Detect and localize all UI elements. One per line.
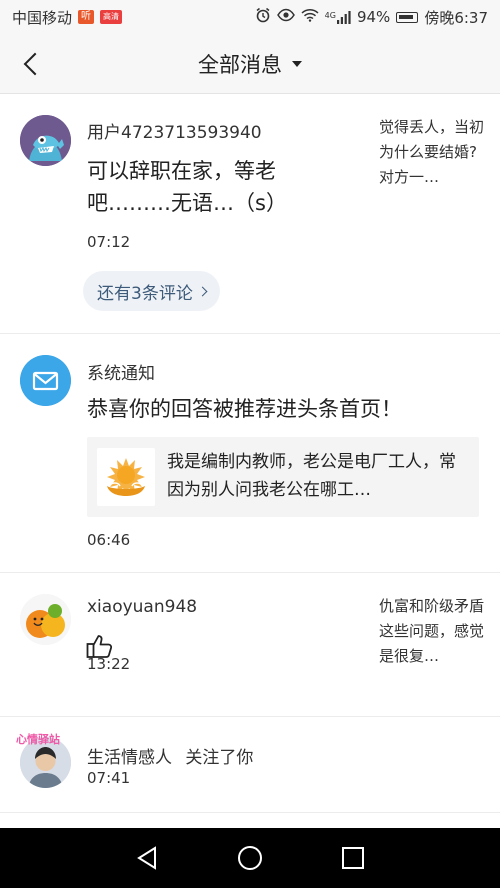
more-comments-button[interactable]: 还有3条评论	[83, 271, 220, 311]
username[interactable]: 生活情感人	[87, 748, 172, 768]
message-list: 用户4723713593940 可以辞职在家，等老吧………无语…（s） 07:1…	[0, 94, 500, 828]
avatar[interactable]	[20, 594, 71, 645]
alarm-icon	[255, 7, 271, 27]
back-triangle-icon	[136, 846, 156, 870]
app-header: 全部消息	[0, 34, 500, 94]
carrier-name: 中国移动	[12, 8, 73, 27]
timestamp: 06:46	[87, 531, 131, 549]
message-item-follow[interactable]: 心情驿站 生活情感人 关注了你 07:41	[0, 717, 500, 813]
battery-percent: 94%	[356, 8, 391, 26]
avatar	[20, 355, 71, 406]
message-item-comment[interactable]: 用户4723713593940 可以辞职在家，等老吧………无语…（s） 07:1…	[0, 94, 500, 334]
status-bar-right: 4G 94% 傍晚6:37	[255, 7, 488, 28]
fruit-avatar-icon	[20, 594, 71, 645]
signal-icon: 4G	[324, 10, 351, 24]
avatar-caption: 心情驿站	[16, 733, 60, 746]
chevron-left-icon	[23, 52, 47, 76]
monster-avatar-icon	[20, 115, 71, 166]
status-bar: 中国移动 听 高清 4G 94% 傍晚6:37	[0, 0, 500, 34]
app-screen: 中国移动 听 高清 4G 94% 傍晚6:37 全部消息 用户472371359…	[0, 0, 500, 888]
caret-down-icon	[292, 60, 302, 67]
hd-badge: 高清	[100, 10, 123, 24]
username[interactable]: xiaoyuan948	[87, 597, 197, 617]
system-nav-bar	[0, 828, 500, 888]
message-filter-dropdown[interactable]: 全部消息	[198, 49, 302, 79]
back-button[interactable]	[10, 42, 54, 86]
page-title: 全部消息	[198, 52, 282, 77]
notice-text: 恭喜你的回答被推荐进头条首页！	[87, 397, 402, 421]
username: 系统通知	[87, 364, 155, 384]
original-snippet[interactable]: 觉得丢人，当初为什么要结婚?对方一…	[379, 115, 491, 190]
message-item-like[interactable]: xiaoyuan948 13:22 仇富和阶级矛盾这些问题，感觉是很复…	[0, 573, 500, 717]
mail-icon	[20, 355, 71, 406]
timestamp: 07:12	[87, 233, 131, 251]
toutiao-logo-icon	[97, 448, 155, 506]
follow-notice: 生活情感人 关注了你	[87, 743, 253, 768]
avatar[interactable]	[20, 115, 71, 166]
home-circle-icon	[237, 846, 262, 870]
battery-icon	[396, 11, 419, 23]
original-snippet[interactable]: 仇富和阶级矛盾这些问题，感觉是很复…	[379, 594, 491, 669]
timestamp: 07:41	[87, 769, 131, 787]
nav-recents-button[interactable]	[333, 838, 373, 878]
follow-action-text: 关注了你	[185, 748, 254, 768]
wifi-icon	[301, 8, 319, 26]
clock-time: 傍晚6:37	[424, 8, 488, 27]
nav-back-button[interactable]	[127, 838, 167, 878]
network-type-label: 4G	[324, 10, 336, 20]
quoted-answer-text: 我是编制内教师，老公是电厂工人，常因为别人问我老公在哪工…	[167, 452, 456, 500]
username[interactable]: 用户4723713593940	[87, 118, 262, 143]
message-item-system[interactable]: 系统通知 恭喜你的回答被推荐进头条首页！ 我是编制内教师，老公是电厂工人，常因为…	[0, 334, 500, 573]
recent-square-icon	[342, 847, 365, 869]
quoted-answer-card[interactable]: 我是编制内教师，老公是电厂工人，常因为别人问我老公在哪工…	[87, 437, 479, 517]
timestamp: 13:22	[87, 655, 131, 673]
listen-badge: 听	[78, 10, 95, 24]
eye-icon	[276, 8, 295, 26]
status-bar-left: 中国移动 听 高清	[12, 7, 123, 28]
comment-text: 可以辞职在家，等老吧………无语…（s）	[87, 159, 287, 215]
more-comments-label: 还有3条评论	[97, 283, 193, 304]
chevron-right-icon	[197, 286, 208, 296]
nav-home-button[interactable]	[230, 838, 270, 878]
